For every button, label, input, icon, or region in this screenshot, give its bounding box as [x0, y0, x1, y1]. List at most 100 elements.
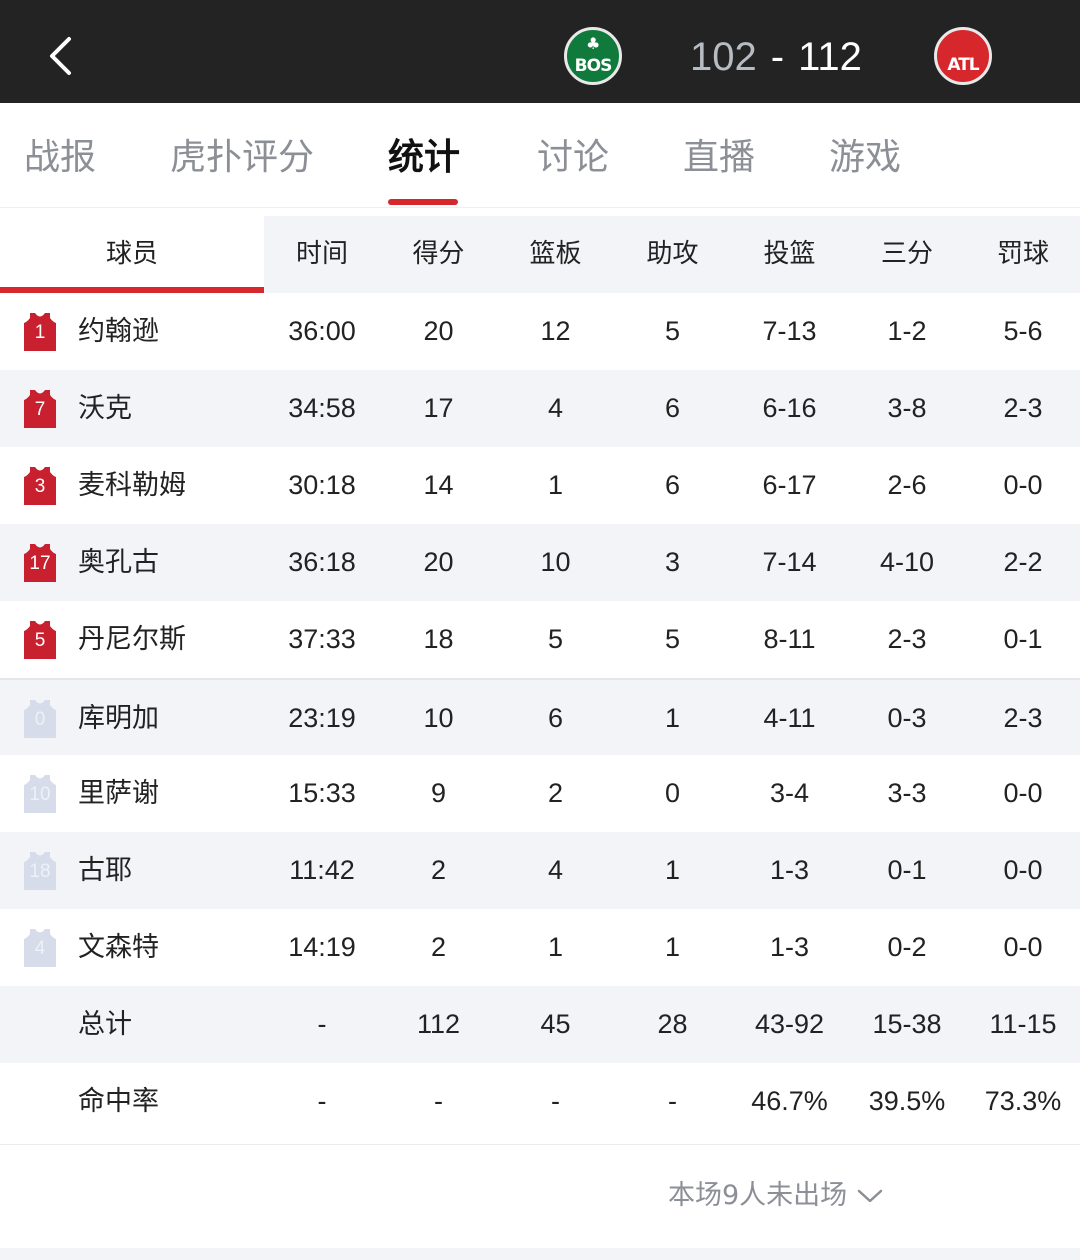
cell-field-goals: 6-17 [762, 470, 817, 500]
cell-rebounds: 4 [547, 393, 564, 423]
jersey-number: 0 [34, 709, 46, 730]
col-header-rebounds[interactable]: 篮板 [497, 216, 614, 293]
table-row[interactable]: 18 古耶 11:42 2 4 1 1-3 0-1 0-0 [0, 832, 1080, 909]
col-header-field-goals[interactable]: 投篮 [731, 216, 848, 293]
cell-points: 2 [430, 932, 447, 962]
cell-field-goals: 46.7% [751, 1086, 828, 1116]
cell-assists: 28 [657, 1009, 688, 1039]
cell-field-goals: 43-92 [754, 1009, 825, 1039]
cell-three-pointers: 2-3 [887, 624, 927, 654]
jersey-number: 3 [34, 476, 46, 497]
game-header: ♣ BOS 102 - 112 ATL [0, 0, 1080, 103]
scoreboard: 102 - 112 [690, 32, 862, 82]
cell-free-throws: 0-0 [1003, 855, 1043, 885]
player-name[interactable]: 里萨谢 [78, 755, 159, 832]
jersey-icon: 17 [22, 543, 58, 583]
jersey-number: 17 [29, 553, 51, 574]
dnp-label: 本场9人未出场 [668, 1180, 848, 1211]
cell-three-pointers: 39.5% [868, 1086, 946, 1116]
table-row[interactable]: 10 里萨谢 15:33 9 2 0 3-4 3-3 0-0 [0, 755, 1080, 832]
cell-free-throws: 11-15 [989, 1009, 1057, 1039]
cell-free-throws: 5-6 [1003, 316, 1043, 346]
cell-field-goals: 3-4 [769, 778, 810, 808]
cell-three-pointers: 0-3 [887, 703, 927, 733]
table-row[interactable]: 5 丹尼尔斯 37:33 18 5 5 8-11 2-3 0-1 [0, 601, 1080, 678]
player-name[interactable]: 古耶 [78, 832, 132, 909]
cell-time: 37:33 [288, 624, 356, 654]
jersey-number: 18 [29, 861, 51, 882]
cell-three-pointers: 4-10 [879, 547, 935, 577]
table-header: 球员 时间 得分 篮板 助攻 投篮 三分 罚球 [0, 216, 1080, 293]
col-header-three-pointers[interactable]: 三分 [848, 216, 966, 293]
tab-report[interactable]: 战报 [24, 133, 96, 183]
col-header-free-throws[interactable]: 罚球 [966, 216, 1080, 293]
table-row[interactable]: 1 约翰逊 36:00 20 12 5 7-13 1-2 5-6 [0, 293, 1080, 370]
player-name[interactable]: 丹尼尔斯 [78, 601, 186, 678]
jersey-icon: 3 [22, 466, 58, 506]
cell-three-pointers: 15-38 [872, 1009, 942, 1039]
cell-three-pointers: 2-6 [887, 470, 927, 500]
player-name[interactable]: 奥孔古 [78, 524, 159, 601]
cell-points: 9 [430, 778, 447, 808]
player-name[interactable]: 麦科勒姆 [78, 447, 186, 524]
table-row[interactable]: 17 奥孔古 36:18 20 10 3 7-14 4-10 2-2 [0, 524, 1080, 601]
table-row[interactable]: 7 沃克 34:58 17 4 6 6-16 3-8 2-3 [0, 370, 1080, 447]
player-name[interactable]: 文森特 [78, 909, 159, 986]
percentages-label: 命中率 [78, 1086, 159, 1117]
home-score: 102 [690, 35, 757, 79]
back-button[interactable] [38, 30, 82, 82]
cell-points: 20 [423, 547, 454, 577]
jersey-icon: 7 [22, 389, 58, 429]
totals-label: 总计 [78, 1009, 132, 1040]
player-name[interactable]: 约翰逊 [78, 293, 159, 370]
dnp-section: 本场9人未出场 [0, 1144, 1080, 1248]
away-team-logo[interactable]: ATL [934, 27, 992, 85]
col-header-assists[interactable]: 助攻 [614, 216, 731, 293]
col-header-player[interactable]: 球员 [0, 216, 264, 293]
cell-points: - [434, 1086, 443, 1116]
tab-games[interactable]: 游戏 [829, 133, 901, 183]
home-team-logo[interactable]: ♣ BOS [564, 27, 622, 85]
cell-three-pointers: 1-2 [887, 316, 927, 346]
cell-free-throws: 73.3% [984, 1086, 1062, 1116]
cell-points: 2 [430, 855, 447, 885]
table-row[interactable]: 0 库明加 23:19 10 6 1 4-11 0-3 2-3 [0, 678, 1080, 757]
cell-rebounds: 4 [547, 855, 564, 885]
cell-time: 14:19 [288, 932, 356, 962]
cell-time: 36:00 [288, 316, 356, 346]
cell-time: 11:42 [289, 855, 355, 885]
jersey-number: 1 [34, 322, 46, 343]
cell-time: 36:18 [288, 547, 356, 577]
cell-assists: 6 [664, 470, 681, 500]
cell-assists: 5 [664, 316, 681, 346]
stats-table: 球员 时间 得分 篮板 助攻 投篮 三分 罚球 1 约翰逊 36:00 20 12 5 7-… [0, 216, 1080, 1140]
col-header-points[interactable]: 得分 [380, 216, 497, 293]
player-name[interactable]: 沃克 [78, 370, 132, 447]
cell-three-pointers: 3-3 [887, 778, 927, 808]
jersey-number: 5 [34, 630, 46, 651]
tab-discussion[interactable]: 讨论 [537, 133, 609, 183]
percentages-row[interactable]: 命中率 - - - - 46.7% 39.5% 73.3% [0, 1063, 1080, 1140]
dnp-toggle[interactable]: 本场9人未出场 [668, 1175, 883, 1217]
away-team-abbr: ATL [947, 55, 979, 75]
cell-rebounds: 12 [540, 316, 571, 346]
col-header-time[interactable]: 时间 [264, 216, 380, 293]
player-name[interactable]: 库明加 [78, 680, 159, 757]
jersey-number: 7 [34, 399, 46, 420]
tab-hupu-rating[interactable]: 虎扑评分 [170, 133, 314, 183]
cell-points: 18 [423, 624, 454, 654]
chevron-down-icon [857, 1189, 883, 1203]
cell-free-throws: 0-0 [1003, 932, 1043, 962]
cell-assists: 3 [664, 547, 681, 577]
tab-stats[interactable]: 统计 [388, 133, 460, 183]
chevron-left-icon [50, 37, 71, 75]
table-row[interactable]: 4 文森特 14:19 2 1 1 1-3 0-2 0-0 [0, 909, 1080, 986]
totals-row[interactable]: 总计 - 112 45 28 43-92 15-38 11-15 [0, 986, 1080, 1063]
table-row[interactable]: 3 麦科勒姆 30:18 14 1 6 6-17 2-6 0-0 [0, 447, 1080, 524]
cell-free-throws: 0-1 [1003, 624, 1043, 654]
cell-points: 10 [423, 703, 454, 733]
tab-live[interactable]: 直播 [683, 133, 755, 183]
cell-free-throws: 2-3 [1003, 393, 1043, 423]
cell-rebounds: 45 [540, 1009, 571, 1039]
jersey-number: 4 [34, 938, 46, 959]
